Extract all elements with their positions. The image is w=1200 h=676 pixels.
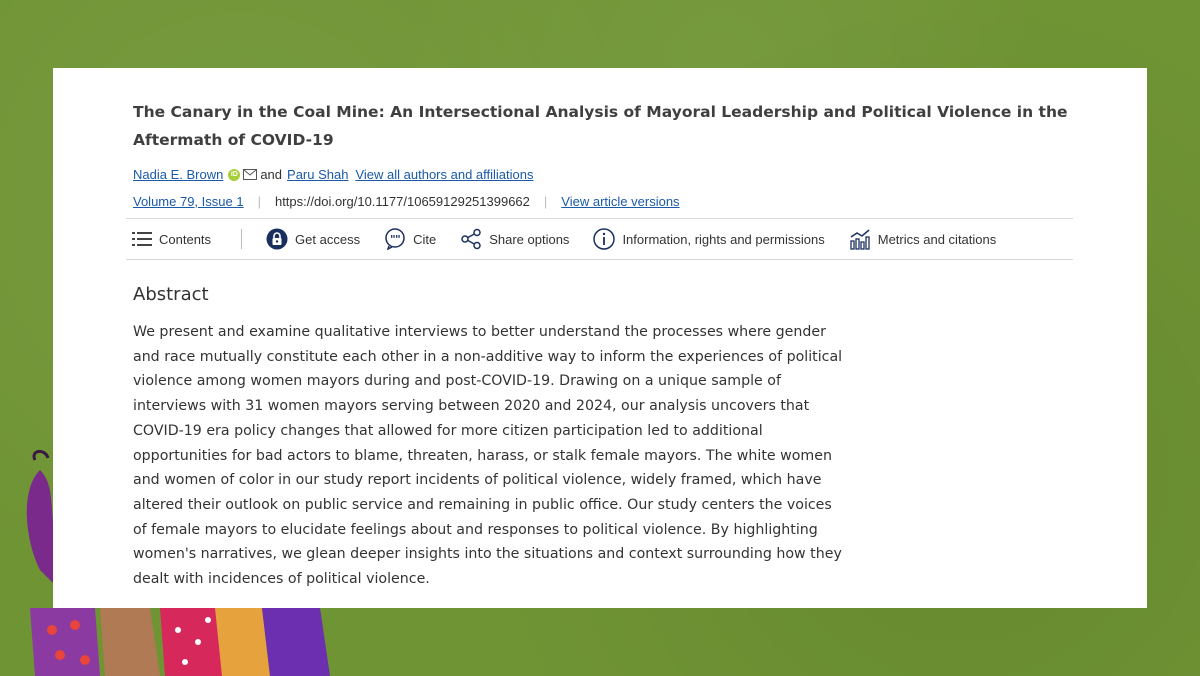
information-rights-label: Information, rights and permissions [622,231,825,247]
doi-text[interactable]: https://doi.org/10.1177/1065912925139966… [275,194,530,209]
contents-button[interactable]: Contents [132,231,211,247]
share-icon [461,228,481,250]
cite-label: Cite [413,231,437,247]
abstract-text: We present and examine qualitative inter… [133,324,843,588]
menu-icon [132,232,152,246]
contents-label: Contents [159,231,212,247]
get-access-button[interactable]: Get access [266,228,360,250]
quote-icon: " " [385,228,405,250]
author-link-paru-shah[interactable]: Paru Shah [287,167,348,182]
author-joiner: and [260,167,283,182]
article-title: The Canary in the Coal Mine: An Intersec… [133,103,1068,149]
get-access-label: Get access [295,231,361,247]
metrics-citations-button[interactable]: Metrics and citations [849,228,997,250]
metrics-icon [850,229,870,250]
article-meta: Volume 79, Issue 1 | https://doi.org/10.… [133,194,680,209]
lock-icon [266,228,288,250]
share-options-label: Share options [489,231,570,247]
orcid-icon[interactable]: iD [228,168,241,181]
meta-divider: | [257,194,261,209]
info-icon [593,228,616,250]
svg-text:": " [395,233,401,246]
information-rights-button[interactable]: Information, rights and permissions [593,228,825,250]
cite-button[interactable]: " " Cite [384,228,436,250]
meta-divider: | [543,194,548,209]
article-card: The Canary in the Coal Mine: An Intersec… [53,68,1147,608]
author-line: Nadia E. Brown iD and Paru Shah View all… [133,167,534,182]
article-versions-link[interactable]: View article versions [561,194,679,209]
metrics-citations-label: Metrics and citations [877,231,997,247]
toolbar-divider [241,229,243,249]
share-options-button[interactable]: Share options [460,228,569,250]
volume-issue-link[interactable]: Volume 79, Issue 1 [133,194,244,209]
article-toolbar: Contents Get access " " Cite Share optio… [126,218,1073,260]
email-icon[interactable] [243,169,258,180]
view-all-authors-link[interactable]: View all authors and affiliations [355,167,533,182]
abstract-heading: Abstract [133,284,209,305]
author-link-nadia-brown[interactable]: Nadia E. Brown [133,167,223,182]
